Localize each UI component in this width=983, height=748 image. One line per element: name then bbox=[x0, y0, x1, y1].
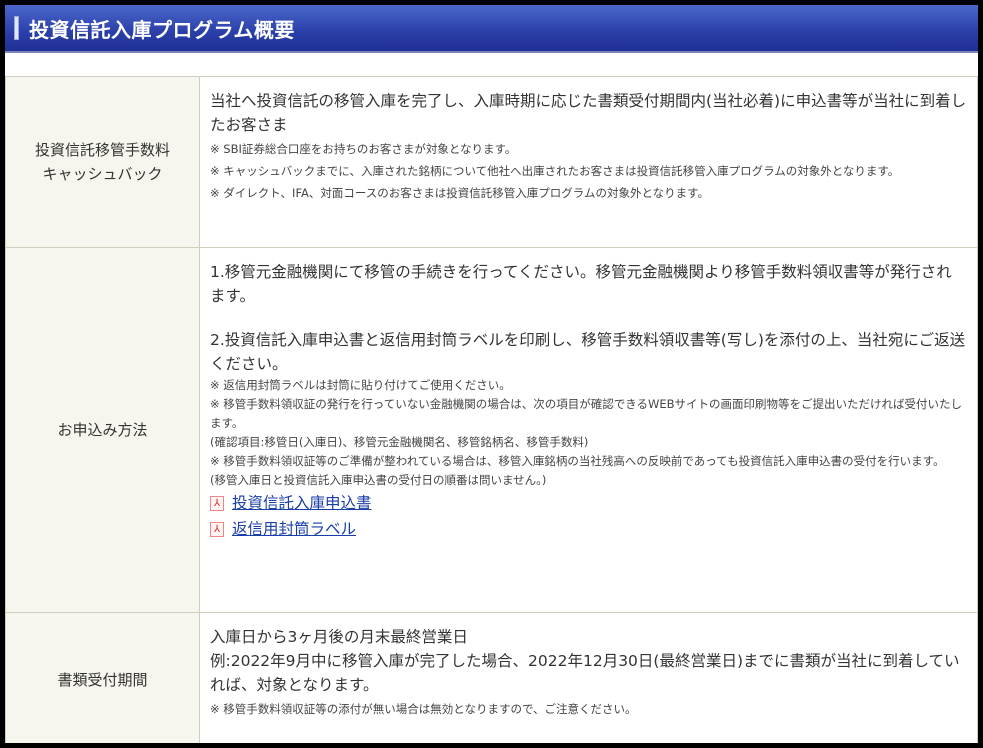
label-line: 投資信託移管手数料 bbox=[34, 141, 170, 159]
header-accent-bar bbox=[14, 16, 19, 40]
step-2: 2.投資信託入庫申込書と返信用封筒ラベルを印刷し、移管手数料領収書等(写し)を添… bbox=[210, 331, 966, 373]
row-label: お申込み方法 bbox=[5, 247, 200, 613]
application-form-link-row: ⅄ 投資信託入庫申込書 bbox=[210, 490, 967, 516]
note: ※ 返信用封筒ラベルは封筒に貼り付けてご使用ください。 bbox=[210, 378, 511, 392]
note: ※ ダイレクト、IFA、対面コースのお客さまは投資信託移管入庫プログラムの対象外… bbox=[210, 186, 709, 200]
note: (確認項目:移管日(入庫日)、移管元金融機関名、移管銘柄名、移管手数料) bbox=[210, 435, 589, 449]
pdf-icon: ⅄ bbox=[210, 521, 224, 537]
note: (移管入庫日と投資信託入庫申込書の受付日の順番は問いません。) bbox=[210, 473, 547, 487]
overview-table: 投資信託移管手数料 キャッシュバック 当社へ投資信託の移管入庫を完了し、入庫時期に… bbox=[5, 76, 978, 743]
note: ※ 移管手数料領収証等のご準備が整われている場合は、移管入庫銘柄の当社残高への反… bbox=[210, 454, 945, 468]
table-row: お申込み方法 1.移管元金融機関にて移管の手続きを行ってください。移管元金融機関… bbox=[5, 247, 978, 613]
page-title: 投資信託入庫プログラム概要 bbox=[29, 17, 295, 42]
label-line: キャッシュバック bbox=[42, 165, 163, 183]
row-label: 投資信託移管手数料 キャッシュバック bbox=[5, 76, 200, 248]
application-form-link[interactable]: 投資信託入庫申込書 bbox=[232, 490, 372, 516]
pdf-icon: ⅄ bbox=[210, 495, 224, 511]
row-label: 書類受付期間 bbox=[5, 612, 200, 743]
table-row: 書類受付期間 入庫日から3ヶ月後の月末最終営業日 例:2022年9月中に移管入庫… bbox=[5, 612, 978, 743]
section-header: 投資信託入庫プログラム概要 bbox=[5, 5, 978, 53]
table-row: 投資信託移管手数料 キャッシュバック 当社へ投資信託の移管入庫を完了し、入庫時期に… bbox=[5, 76, 978, 248]
step-1: 1.移管元金融機関にて移管の手続きを行ってください。移管元金融機関より移管手数料… bbox=[210, 263, 952, 305]
deadline-text: 入庫日から3ヶ月後の月末最終営業日 bbox=[210, 628, 468, 646]
deadline-example: 例:2022年9月中に移管入庫が完了した場合、2022年12月30日(最終営業日… bbox=[210, 652, 960, 694]
note: ※ 移管手数料領収証の発行を行っていない金融機関の場合は、次の項目が確認できるW… bbox=[210, 397, 963, 430]
note: ※ キャッシュバックまでに、入庫された銘柄について他社へ出庫されたお客さまは投資… bbox=[210, 164, 900, 178]
envelope-label-link-row: ⅄ 返信用封筒ラベル bbox=[210, 516, 967, 542]
program-overview-panel: 投資信託入庫プログラム概要 投資信託移管手数料 キャッシュバック 当社へ投資信託の… bbox=[5, 5, 978, 743]
eligibility-text: 当社へ投資信託の移管入庫を完了し、入庫時期に応じた書類受付期間内(当社必着)に申… bbox=[210, 92, 967, 134]
envelope-label-link[interactable]: 返信用封筒ラベル bbox=[232, 516, 356, 542]
note: ※ SBI証券総合口座をお持ちのお客さまが対象となります。 bbox=[210, 142, 517, 156]
note: ※ 移管手数料領収証等の添付が無い場合は無効となりますので、ご注意ください。 bbox=[210, 702, 637, 716]
